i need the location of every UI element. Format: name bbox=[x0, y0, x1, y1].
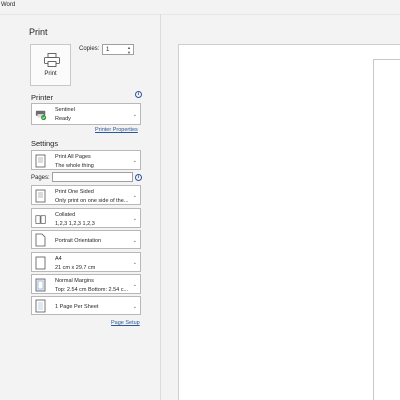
print-preview-page bbox=[178, 44, 400, 400]
sides-description: Only print on one side of the... bbox=[55, 198, 129, 204]
info-icon[interactable]: i bbox=[135, 91, 142, 98]
page-per-sheet-icon bbox=[35, 299, 46, 313]
document-pages-icon bbox=[35, 154, 46, 168]
paper-size-dimensions: 21 cm x 29.7 cm bbox=[55, 265, 96, 271]
window-title: Word bbox=[1, 2, 16, 8]
printer-status: Ready bbox=[55, 116, 71, 122]
printer-dropdown[interactable]: Sentinel Ready ⌄ bbox=[31, 103, 141, 125]
printer-name: Sentinel bbox=[55, 107, 75, 113]
copies-stepper[interactable]: 1 ▲ ▼ bbox=[102, 44, 134, 55]
chevron-down-icon: ⌄ bbox=[132, 260, 137, 266]
printer-icon bbox=[44, 53, 60, 67]
chevron-down-icon: ⌄ bbox=[132, 193, 137, 199]
collation-label: Collated bbox=[55, 212, 76, 218]
sides-dropdown[interactable]: Print One Sided Only print on one side o… bbox=[31, 185, 141, 205]
margins-icon bbox=[35, 278, 46, 292]
page-setup-link[interactable]: Page Setup bbox=[111, 320, 140, 326]
chevron-down-icon: ⌄ bbox=[132, 304, 137, 310]
margins-label: Normal Margins bbox=[55, 278, 94, 284]
copies-label: Copies: bbox=[79, 46, 100, 52]
paper-size-dropdown[interactable]: A4 21 cm x 29.7 cm ⌄ bbox=[31, 252, 141, 272]
copies-value[interactable]: 1 bbox=[106, 47, 109, 53]
panel-divider bbox=[160, 14, 161, 400]
print-button-label: Print bbox=[44, 71, 57, 77]
chevron-down-icon: ⌄ bbox=[132, 158, 137, 164]
preview-next-page-edge bbox=[373, 59, 400, 60]
print-range-dropdown[interactable]: Print All Pages The whole thing ⌄ bbox=[31, 150, 141, 170]
print-button[interactable]: Print bbox=[30, 44, 71, 86]
pages-per-sheet-dropdown[interactable]: 1 Page Per Sheet ⌄ bbox=[31, 296, 141, 315]
title-bar: Word bbox=[0, 0, 400, 14]
pages-label: Pages: bbox=[31, 175, 50, 181]
chevron-down-icon: ⌄ bbox=[132, 216, 137, 222]
paper-size-label: A4 bbox=[55, 256, 62, 262]
margins-dropdown[interactable]: Normal Margins Top: 2.54 cm Bottom: 2.54… bbox=[31, 274, 141, 294]
preview-next-page-edge bbox=[373, 59, 374, 400]
collated-icon bbox=[35, 215, 46, 224]
orientation-label: Portrait Orientation bbox=[55, 238, 102, 244]
page-title: Print bbox=[29, 27, 48, 37]
stepper-down-icon[interactable]: ▼ bbox=[127, 50, 131, 55]
orientation-dropdown[interactable]: Portrait Orientation ⌄ bbox=[31, 230, 141, 249]
margins-description: Top: 2.54 cm Bottom: 2.54 c... bbox=[55, 287, 129, 293]
collation-description: 1,2,3 1,2,3 1,2,3 bbox=[55, 221, 95, 227]
print-range-description: The whole thing bbox=[55, 163, 94, 169]
info-icon[interactable]: i bbox=[135, 174, 142, 181]
collation-dropdown[interactable]: Collated 1,2,3 1,2,3 1,2,3 ⌄ bbox=[31, 208, 141, 228]
paper-size-icon bbox=[35, 256, 46, 270]
printer-properties-link[interactable]: Printer Properties bbox=[95, 127, 138, 133]
printer-section-title: Printer bbox=[31, 93, 54, 102]
print-range-label: Print All Pages bbox=[55, 154, 91, 160]
sides-label: Print One Sided bbox=[55, 189, 94, 195]
one-sided-icon bbox=[35, 189, 46, 203]
pages-input[interactable] bbox=[52, 172, 133, 182]
chevron-down-icon: ⌄ bbox=[132, 282, 137, 288]
chevron-down-icon: ⌄ bbox=[132, 112, 137, 118]
pages-per-sheet-label: 1 Page Per Sheet bbox=[55, 304, 99, 310]
chevron-down-icon: ⌄ bbox=[132, 238, 137, 244]
portrait-orientation-icon bbox=[35, 233, 46, 247]
settings-section-title: Settings bbox=[31, 139, 59, 148]
printer-icon bbox=[35, 110, 47, 121]
